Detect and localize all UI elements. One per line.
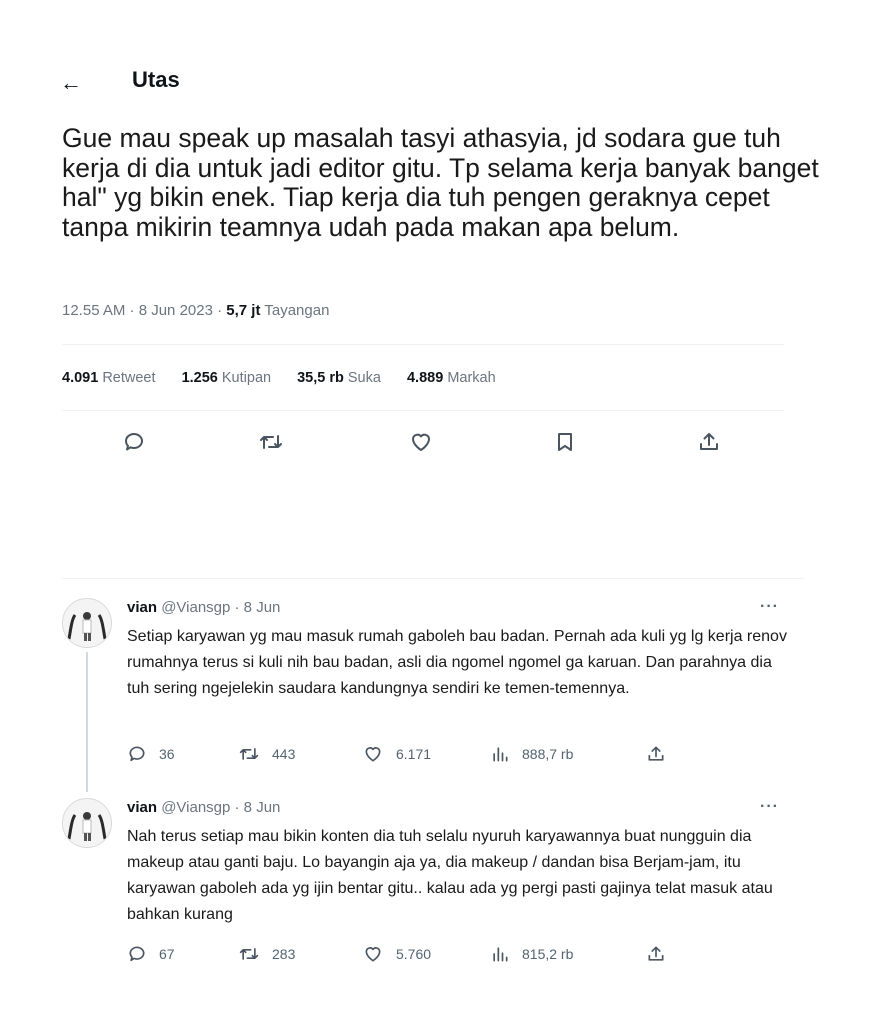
like-icon [365,747,381,762]
share-icon[interactable] [697,430,721,454]
reply-author-name[interactable]: vian [127,799,157,816]
reply-icon[interactable] [122,430,146,454]
like-icon [365,947,381,962]
divider [62,578,804,579]
thread-connector [86,652,88,792]
views-chart-icon [493,747,508,762]
views-count: 5,7 jt [226,302,261,319]
reply-action-share[interactable] [646,744,678,764]
like-stat[interactable]: 35,5 rb Suka [297,370,381,386]
reply-action-reply[interactable]: 36 [127,744,175,764]
reply-text: Nah terus setiap mau bikin konten dia tu… [127,828,773,923]
reply-header: vian @Viansgp · 8 Jun [127,599,280,616]
avatar[interactable] [62,598,112,648]
reply-author-handle[interactable]: @Viansgp · 8 Jun [161,799,280,816]
back-arrow-icon[interactable]: ← [60,72,82,94]
reply-text: Setiap karyawan yg mau masuk rumah gabol… [127,628,787,697]
bookmark-icon[interactable] [553,430,577,454]
reply-action-share[interactable] [646,944,678,964]
reply-action-reply[interactable]: 67 [127,944,175,964]
share-icon [648,946,664,961]
reply-icon [129,746,145,762]
reply-action-retweet[interactable]: 443 [238,744,295,764]
share-icon [648,746,664,761]
tweet-timestamp[interactable]: 12.55 AM · 8 Jun 2023 · [62,302,226,319]
reply-header: vian @Viansgp · 8 Jun [127,799,280,816]
tweet-stats: 4.091 Retweet 1.256 Kutipan 35,5 rb Suka… [62,370,518,386]
avatar[interactable] [62,798,112,848]
more-options-icon[interactable]: ··· [760,798,779,816]
page-title: Utas [132,67,180,92]
reply-author-name[interactable]: vian [127,599,157,616]
divider [62,410,784,411]
retweet-icon [239,948,259,960]
views-label: Tayangan [264,302,330,319]
reply-action-views[interactable]: 888,7 rb [490,744,573,764]
reply-action-like[interactable]: 5.760 [362,944,431,964]
reply-action-retweet[interactable]: 283 [238,944,295,964]
retweet-stat[interactable]: 4.091 Retweet [62,370,156,386]
divider [62,344,784,345]
reply-icon [129,946,145,962]
reply-author-handle[interactable]: @Viansgp · 8 Jun [161,599,280,616]
avatar-image [63,799,111,847]
retweet-icon [239,748,259,760]
reply-action-like[interactable]: 6.171 [362,744,431,764]
like-icon[interactable] [408,430,434,454]
more-options-icon[interactable]: ··· [760,598,779,616]
tweet-text: Gue mau speak up masalah tasyi athasyia,… [62,123,819,242]
avatar-image [63,599,111,647]
retweet-icon[interactable] [258,430,284,454]
quote-stat[interactable]: 1.256 Kutipan [182,370,272,386]
views-chart-icon [493,947,508,962]
bookmark-stat[interactable]: 4.889 Markah [407,370,496,386]
reply-action-views[interactable]: 815,2 rb [490,944,573,964]
tweet-meta: 12.55 AM · 8 Jun 2023 · 5,7 jt Tayangan [62,302,329,319]
